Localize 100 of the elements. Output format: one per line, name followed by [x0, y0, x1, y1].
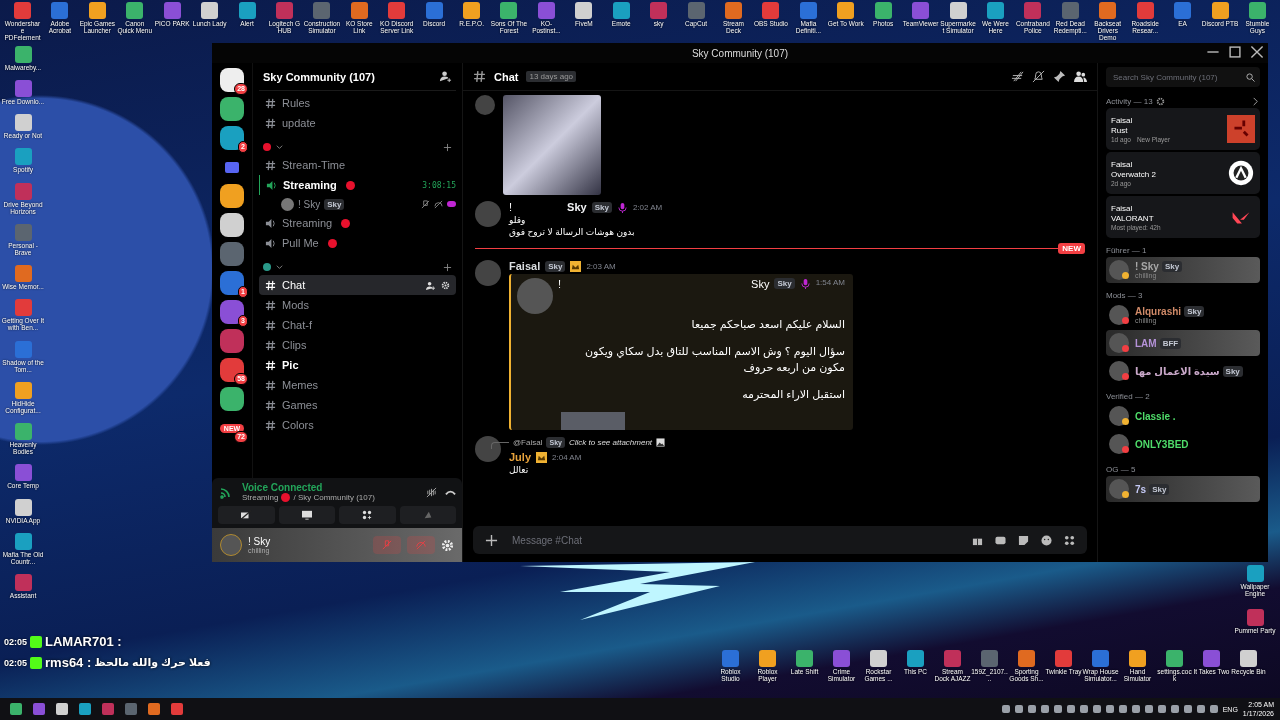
server-icon[interactable] — [220, 358, 244, 382]
channel-item[interactable]: Pic — [259, 355, 456, 375]
channel-item[interactable]: Colors — [259, 415, 456, 435]
member-item[interactable]: LAM BFF — [1106, 330, 1260, 356]
app-icon — [981, 650, 998, 667]
activity-user: Faisal — [1111, 115, 1134, 125]
quoted-text: السلام عليكم اسعد صباحكم جميعا — [690, 317, 845, 333]
server-icon[interactable] — [220, 271, 244, 295]
message-composer[interactable]: Message #Chat — [473, 526, 1087, 554]
noise-suppression-icon[interactable] — [426, 486, 437, 498]
muted-bell-icon[interactable] — [1032, 70, 1045, 83]
member-item[interactable]: 7s Sky — [1106, 476, 1260, 502]
message-time: 2:03 AM — [586, 261, 616, 271]
taskbar-app-icon[interactable] — [79, 703, 91, 715]
chevron-icon[interactable] — [275, 262, 284, 272]
search-box[interactable]: Search Sky Community (107) — [1106, 67, 1260, 87]
server-icon[interactable] — [220, 300, 244, 324]
author-name[interactable]: Faisal — [509, 260, 541, 272]
camera-off-button[interactable] — [218, 506, 275, 524]
activity-icon — [447, 201, 456, 207]
voice-channel-item[interactable]: Pull Me — [259, 233, 325, 253]
member-item[interactable]: Classie . — [1106, 403, 1260, 429]
settings-icon[interactable] — [1155, 97, 1165, 106]
search-icon — [1246, 72, 1255, 82]
app-icon — [425, 2, 443, 19]
photo-placeholder[interactable] — [503, 95, 601, 195]
voice-channel-item[interactable]: Streaming — [259, 213, 339, 233]
server-icon[interactable] — [220, 387, 244, 411]
hash-icon — [265, 399, 276, 411]
hash-icon — [473, 70, 486, 83]
chevron-icon[interactable] — [275, 142, 284, 152]
folder-icon[interactable] — [225, 161, 239, 173]
author-prefix: ! — [509, 201, 513, 213]
hash-icon — [265, 117, 276, 129]
taskbar-app-icon[interactable] — [10, 703, 22, 715]
search-field[interactable]: Search Sky Community (107) — [1111, 71, 1246, 83]
channel-item[interactable]: Chat-f — [259, 315, 456, 335]
message-text: تعالل — [509, 465, 529, 475]
guild-tag: Sky — [591, 201, 612, 213]
reply-preview[interactable]: Click to see attachment — [568, 438, 653, 447]
app-icon — [650, 2, 668, 19]
sticker-icon[interactable] — [1018, 534, 1029, 546]
plus-icon[interactable] — [485, 533, 498, 547]
app-icon — [907, 650, 924, 667]
app-icon — [1166, 650, 1183, 667]
threads-icon[interactable] — [1011, 70, 1024, 83]
platform-icon — [30, 635, 43, 648]
user-avatar[interactable] — [220, 534, 242, 556]
channel-item[interactable]: Games — [259, 395, 456, 415]
emoji-icon[interactable] — [1041, 534, 1052, 546]
channel-item[interactable]: Chat — [259, 275, 456, 295]
voice-channel-item[interactable]: Streaming — [260, 175, 343, 195]
apps-icon[interactable] — [1064, 534, 1075, 546]
activities-button[interactable] — [339, 506, 396, 524]
screen-share-button[interactable] — [278, 506, 335, 524]
taskbar-app-icon[interactable] — [102, 703, 114, 715]
pin-icon[interactable] — [1053, 70, 1066, 83]
members-icon[interactable] — [1074, 70, 1087, 83]
guild-tag: Sky — [545, 260, 566, 272]
voice-user-name[interactable]: ! Sky — [298, 198, 321, 210]
member-item[interactable]: ONLY3BED — [1106, 431, 1260, 457]
channel-item[interactable]: Mods — [259, 295, 456, 315]
app-icon — [1248, 2, 1266, 19]
app-icon — [14, 46, 32, 63]
server-icon[interactable] — [220, 97, 244, 121]
hash-icon — [265, 299, 276, 311]
chevron-icon[interactable] — [1251, 97, 1260, 106]
gif-icon[interactable] — [995, 534, 1006, 546]
add-member-icon[interactable] — [439, 70, 452, 83]
taskbar-app-icon[interactable] — [148, 703, 160, 715]
guild-tag: Sky — [1161, 261, 1183, 272]
voice-channel-link[interactable]: Streaming — [242, 493, 279, 502]
plus-icon[interactable] — [443, 262, 452, 272]
message-input[interactable]: Message #Chat — [510, 533, 960, 547]
taskbar-app-icon[interactable] — [171, 703, 183, 715]
author-name[interactable]: Sky — [567, 201, 587, 213]
add-member-icon[interactable] — [426, 280, 435, 290]
taskbar-app-icon[interactable] — [33, 703, 45, 715]
taskbar-app-icon[interactable] — [125, 703, 137, 715]
channel-item[interactable]: update — [259, 113, 456, 133]
server-icon[interactable] — [220, 126, 244, 150]
channel-item[interactable]: Memes — [259, 375, 456, 395]
member-name: سيدة الاعمال مها — [1135, 365, 1220, 377]
close-icon[interactable] — [1250, 45, 1264, 59]
server-name[interactable]: Sky Community (107) — [263, 70, 439, 83]
user-avatar — [1109, 434, 1129, 454]
server-icon[interactable] — [220, 68, 244, 92]
plus-icon[interactable] — [443, 142, 452, 152]
author-name[interactable]: July — [509, 451, 531, 463]
taskbar-app-icon[interactable] — [56, 703, 68, 715]
channel-item[interactable]: Stream-Time — [259, 155, 456, 175]
server-icon[interactable] — [220, 184, 244, 208]
user-avatar[interactable] — [475, 436, 501, 462]
channel-item[interactable]: Rules — [259, 93, 456, 113]
maximize-icon[interactable] — [1228, 45, 1242, 59]
server-icon[interactable] — [220, 213, 244, 237]
channel-item[interactable]: Clips — [259, 335, 456, 355]
quoted-text: استقبل الاراء المحترمه — [741, 386, 845, 402]
chat-time: 02:05 — [4, 657, 28, 668]
reply-author[interactable]: @Faisal — [513, 438, 543, 447]
